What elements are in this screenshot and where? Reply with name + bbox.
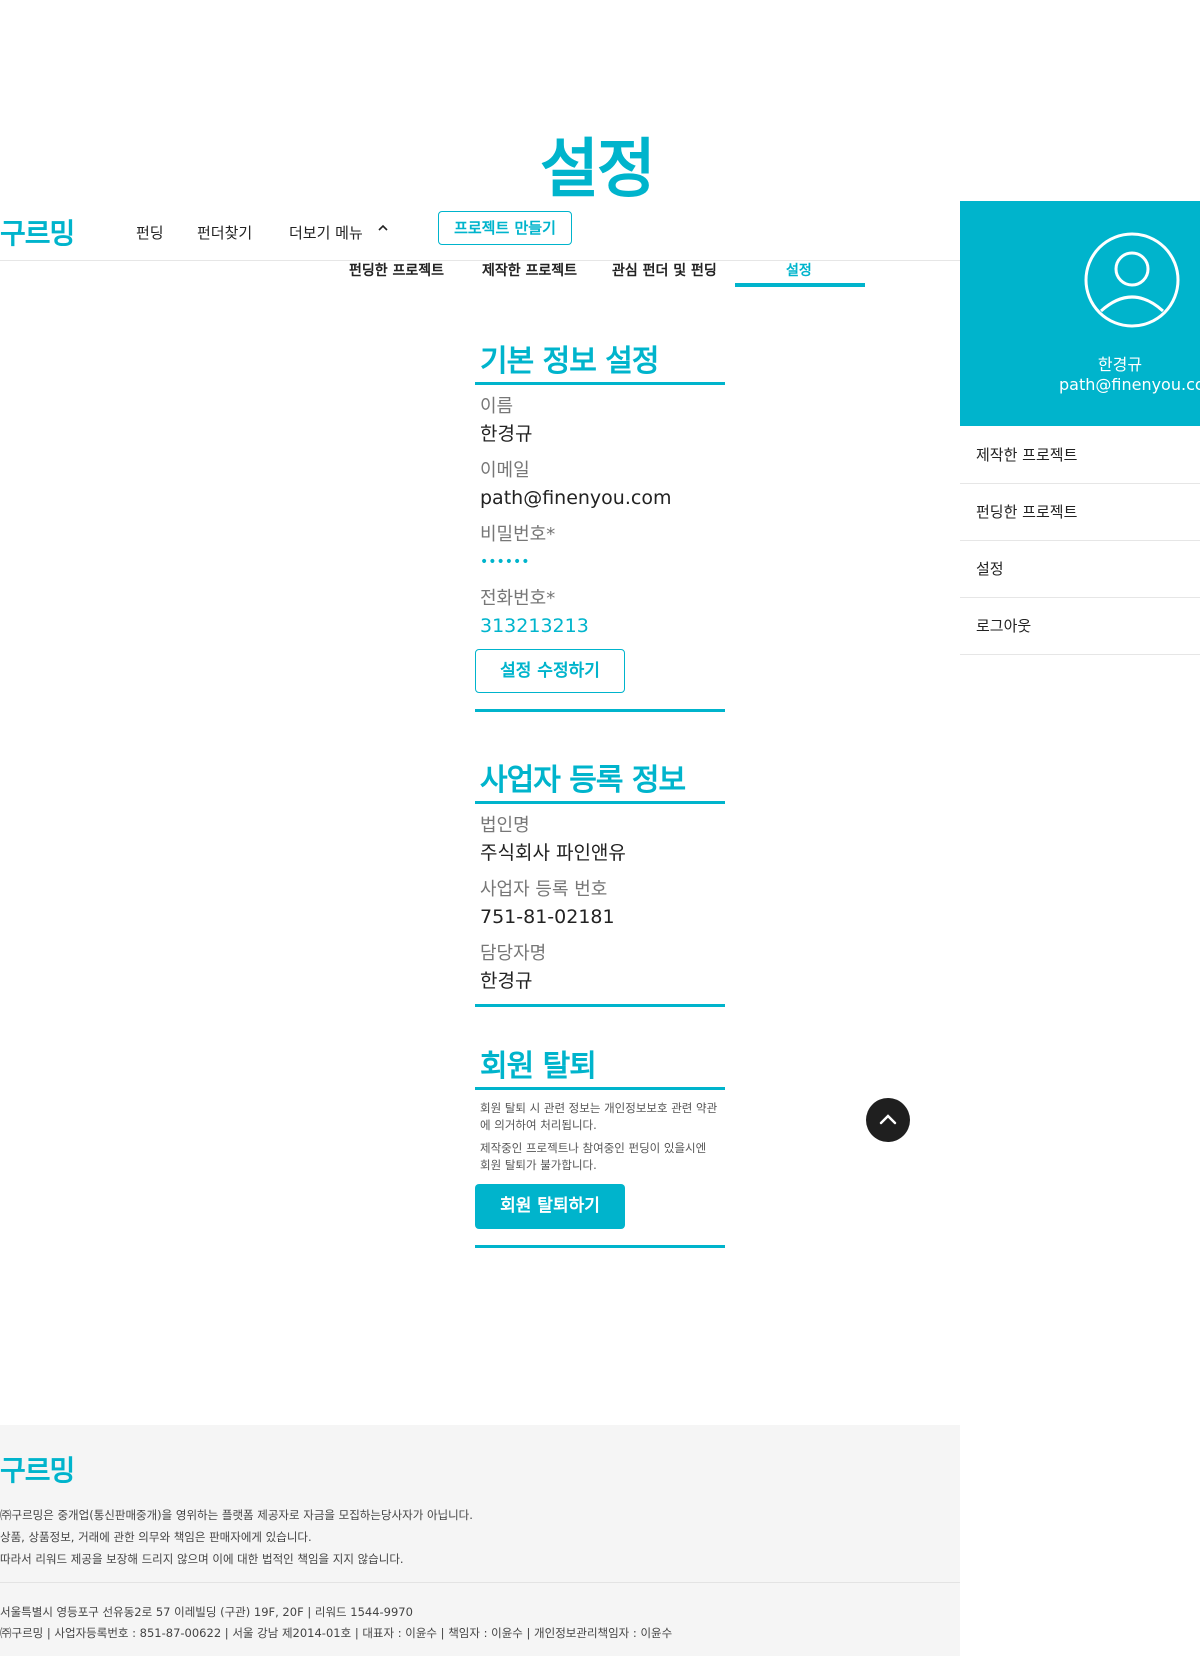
- withdraw-notice-1: 회원 탈퇴 시 관련 정보는 개인정보보호 관련 약관 에 의거하여 처리됩니다…: [480, 1101, 718, 1132]
- corp-name-value: 주식회사 파인앤유: [480, 842, 626, 864]
- menu-funded-projects[interactable]: 펀딩한 프로젝트: [960, 484, 1200, 541]
- top-header: 구르밍 펀딩 펀더찾기 더보기 메뉴 프로젝트 만들기: [0, 204, 960, 261]
- logo[interactable]: 구르밍: [0, 212, 75, 252]
- footer-company-info: ㈜구르밍 | 사업자등록번호 : 851-87-00622 | 서울 강남 제2…: [0, 1626, 673, 1640]
- name-value: 한경규: [480, 423, 533, 445]
- divider: [475, 1245, 725, 1248]
- email-label: 이메일: [480, 460, 530, 481]
- basic-info-section: 기본 정보 설정 이름 한경규 이메일 path@finenyou.com 비밀…: [475, 344, 725, 712]
- page-title: 설정: [540, 133, 656, 207]
- footer-address: 서울특별시 영등포구 선유동2로 57 이레빌딩 (구관) 19F, 20F |…: [0, 1605, 413, 1619]
- manager-name-label: 담당자명: [480, 943, 547, 964]
- menu-created-projects[interactable]: 제작한 프로젝트: [960, 427, 1200, 484]
- tab-created-projects[interactable]: 제작한 프로젝트: [482, 260, 577, 280]
- footer: 구르밍 ㈜구르밍은 중개업(통신판매중개)을 영위하는 플랫폼 제공자로 자금을…: [0, 1425, 960, 1656]
- user-avatar-icon: [1083, 231, 1181, 329]
- active-tab-indicator: [735, 283, 865, 287]
- divider: [475, 709, 725, 712]
- chevron-up-icon[interactable]: [377, 222, 389, 238]
- profile-card: 한경규 path@finenyou.com: [960, 201, 1200, 426]
- phone-value: 313213213: [480, 615, 589, 637]
- footer-disclaimer-3: 따라서 리워드 제공을 보장해 드리지 않으며 이에 대한 법적인 책임을 지지…: [0, 1552, 404, 1566]
- corp-name-label: 법인명: [480, 815, 530, 836]
- divider: [475, 1004, 725, 1007]
- profile-name: 한경규: [1097, 355, 1143, 374]
- footer-disclaimer-1: ㈜구르밍은 중개업(통신판매중개)을 영위하는 플랫폼 제공자로 자금을 모집하…: [0, 1508, 473, 1522]
- divider: [475, 1087, 725, 1090]
- arrow-up-icon: [866, 1114, 910, 1146]
- nav-more-menu[interactable]: 더보기 메뉴: [289, 222, 363, 243]
- scroll-to-top-button[interactable]: [866, 1098, 910, 1142]
- password-label: 비밀번호*: [480, 524, 556, 545]
- nav-funding[interactable]: 펀딩: [136, 222, 164, 243]
- tab-funded-projects[interactable]: 펀딩한 프로젝트: [349, 260, 444, 280]
- footer-disclaimer-2: 상품, 상품정보, 거래에 관한 의무와 책임은 판매자에게 있습니다.: [0, 1530, 312, 1544]
- profile-email: path@finenyou.com: [1059, 375, 1200, 394]
- tab-settings[interactable]: 설정: [786, 260, 812, 280]
- divider: [475, 801, 725, 804]
- business-info-title: 사업자 등록 정보: [480, 763, 686, 798]
- email-value: path@finenyou.com: [480, 487, 672, 509]
- basic-info-title: 기본 정보 설정: [480, 344, 660, 379]
- business-regno-value: 751-81-02181: [480, 906, 615, 928]
- menu-settings[interactable]: 설정: [960, 541, 1200, 598]
- footer-divider: [0, 1582, 960, 1583]
- menu-logout[interactable]: 로그아웃: [960, 598, 1200, 655]
- withdraw-button[interactable]: 회원 탈퇴하기: [475, 1184, 625, 1229]
- name-label: 이름: [480, 396, 514, 417]
- password-value: ••••••: [480, 554, 530, 570]
- footer-logo: 구르밍: [0, 1454, 75, 1487]
- manager-name-value: 한경규: [480, 970, 533, 992]
- withdraw-title: 회원 탈퇴: [480, 1049, 597, 1084]
- withdraw-section: 회원 탈퇴 회원 탈퇴 시 관련 정보는 개인정보보호 관련 약관 에 의거하여…: [475, 1049, 725, 1248]
- nav-find-funder[interactable]: 펀더찾기: [197, 222, 252, 243]
- withdraw-notice-2: 제작중인 프로젝트나 참여중인 펀딩이 있을시엔 회원 탈퇴가 불가합니다.: [480, 1141, 707, 1172]
- edit-settings-button[interactable]: 설정 수정하기: [475, 649, 625, 693]
- business-regno-label: 사업자 등록 번호: [480, 879, 608, 900]
- create-project-button[interactable]: 프로젝트 만들기: [438, 211, 572, 245]
- phone-label: 전화번호*: [480, 588, 556, 609]
- divider: [475, 382, 725, 385]
- business-info-section: 사업자 등록 정보 법인명 주식회사 파인앤유 사업자 등록 번호 751-81…: [475, 763, 725, 1007]
- tab-interested-funders[interactable]: 관심 펀더 및 펀딩: [612, 260, 717, 280]
